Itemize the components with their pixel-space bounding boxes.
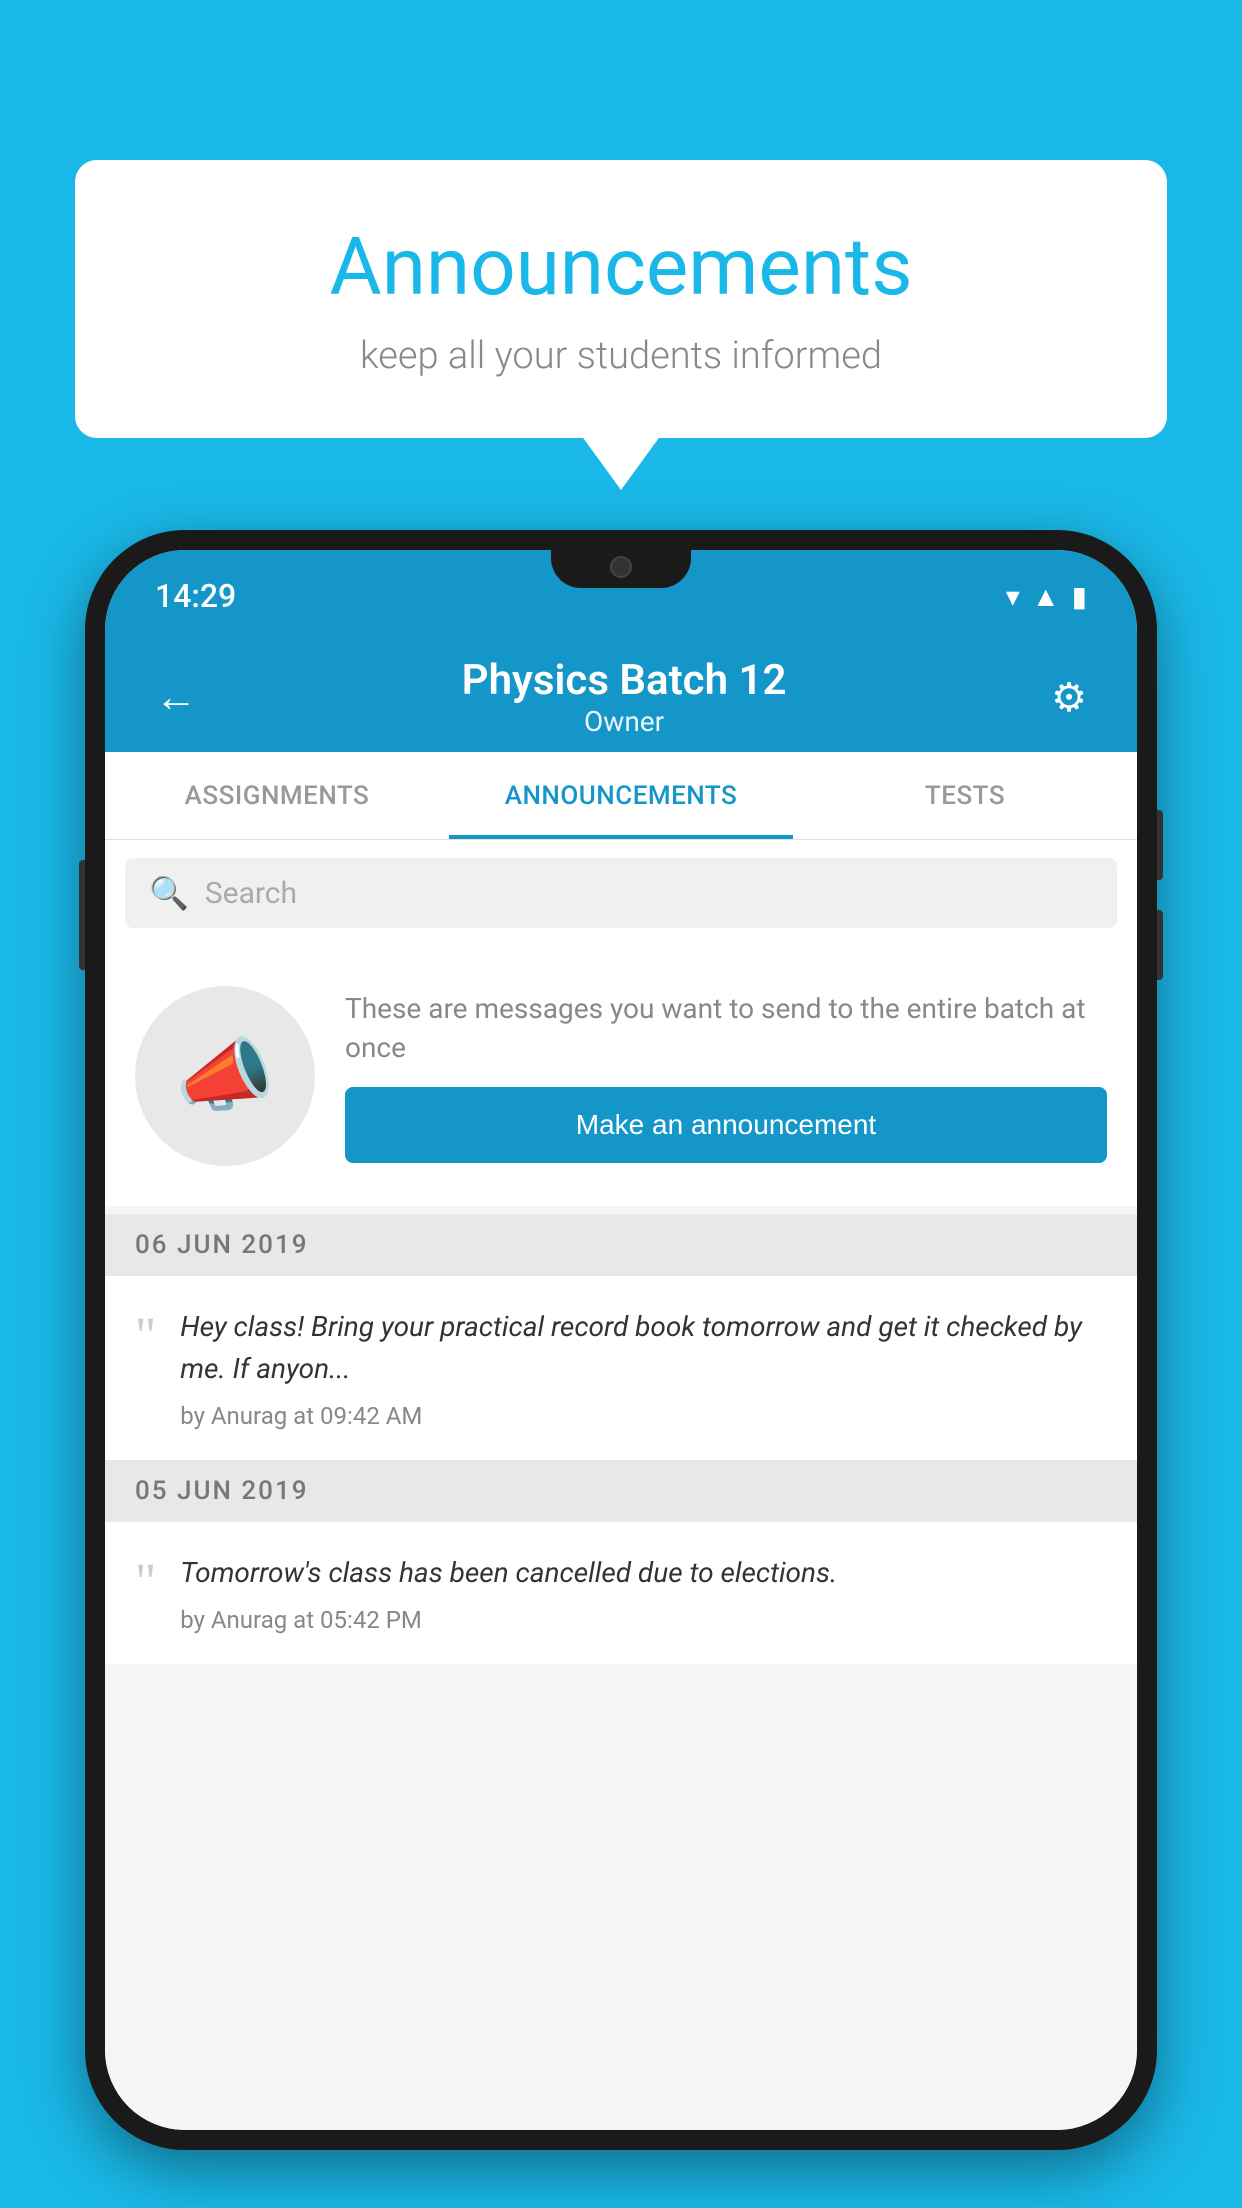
announcement-item-2[interactable]: " Tomorrow's class has been cancelled du… (105, 1522, 1137, 1664)
speech-bubble-container: Announcements keep all your students inf… (75, 160, 1167, 438)
announcement-meta-2: by Anurag at 05:42 PM (180, 1606, 1107, 1634)
settings-button[interactable]: ⚙ (1041, 664, 1097, 731)
announcement-empty-state: 📣 These are messages you want to send to… (105, 946, 1137, 1206)
announcement-content-2: Tomorrow's class has been cancelled due … (180, 1552, 1107, 1634)
volume-down-button[interactable] (1157, 910, 1163, 980)
back-button[interactable]: ← (145, 663, 207, 732)
megaphone-icon: 📣 (175, 1029, 275, 1123)
status-time: 14:29 (155, 577, 236, 615)
date-separator-2: 05 JUN 2019 (105, 1460, 1137, 1522)
tab-bar: ASSIGNMENTS ANNOUNCEMENTS TESTS (105, 752, 1137, 840)
phone-container: 14:29 ▾ ▲ ▮ ← Physics Batch 12 Owner ⚙ (85, 530, 1157, 2208)
announcement-item-1[interactable]: " Hey class! Bring your practical record… (105, 1276, 1137, 1460)
search-placeholder: Search (205, 876, 297, 911)
power-button[interactable] (79, 860, 85, 970)
tab-announcements[interactable]: ANNOUNCEMENTS (449, 752, 793, 839)
header-subtitle: Owner (207, 705, 1041, 738)
tab-tests[interactable]: TESTS (793, 752, 1137, 839)
phone-notch (551, 550, 691, 588)
speech-bubble: Announcements keep all your students inf… (75, 160, 1167, 438)
quote-icon-1: " (135, 1306, 156, 1363)
tab-assignments[interactable]: ASSIGNMENTS (105, 752, 449, 839)
status-icons: ▾ ▲ ▮ (1006, 580, 1087, 613)
header-center: Physics Batch 12 Owner (207, 656, 1041, 738)
quote-icon-2: " (135, 1552, 156, 1609)
speech-bubble-subtitle: keep all your students informed (115, 334, 1127, 378)
battery-icon: ▮ (1072, 580, 1087, 613)
announcement-text-1: Hey class! Bring your practical record b… (180, 1306, 1107, 1390)
announcement-right: These are messages you want to send to t… (345, 989, 1107, 1163)
announcement-content-1: Hey class! Bring your practical record b… (180, 1306, 1107, 1430)
announcement-meta-1: by Anurag at 09:42 AM (180, 1402, 1107, 1430)
volume-up-button[interactable] (1157, 810, 1163, 880)
front-camera (610, 556, 632, 578)
content-area: 🔍 Search 📣 These are messages you want t… (105, 840, 1137, 2130)
wifi-icon: ▾ (1006, 580, 1020, 613)
search-icon: 🔍 (149, 874, 189, 912)
phone-screen: 14:29 ▾ ▲ ▮ ← Physics Batch 12 Owner ⚙ (105, 550, 1137, 2130)
phone-frame: 14:29 ▾ ▲ ▮ ← Physics Batch 12 Owner ⚙ (85, 530, 1157, 2150)
signal-icon: ▲ (1032, 580, 1060, 613)
header-title: Physics Batch 12 (207, 656, 1041, 705)
search-bar[interactable]: 🔍 Search (125, 858, 1117, 928)
app-header: ← Physics Batch 12 Owner ⚙ (105, 622, 1137, 752)
make-announcement-button[interactable]: Make an announcement (345, 1087, 1107, 1163)
search-container: 🔍 Search (105, 840, 1137, 946)
speech-bubble-title: Announcements (115, 220, 1127, 314)
date-separator-1: 06 JUN 2019 (105, 1214, 1137, 1276)
announcement-text-2: Tomorrow's class has been cancelled due … (180, 1552, 1107, 1594)
announcement-description: These are messages you want to send to t… (345, 989, 1107, 1067)
megaphone-circle: 📣 (135, 986, 315, 1166)
